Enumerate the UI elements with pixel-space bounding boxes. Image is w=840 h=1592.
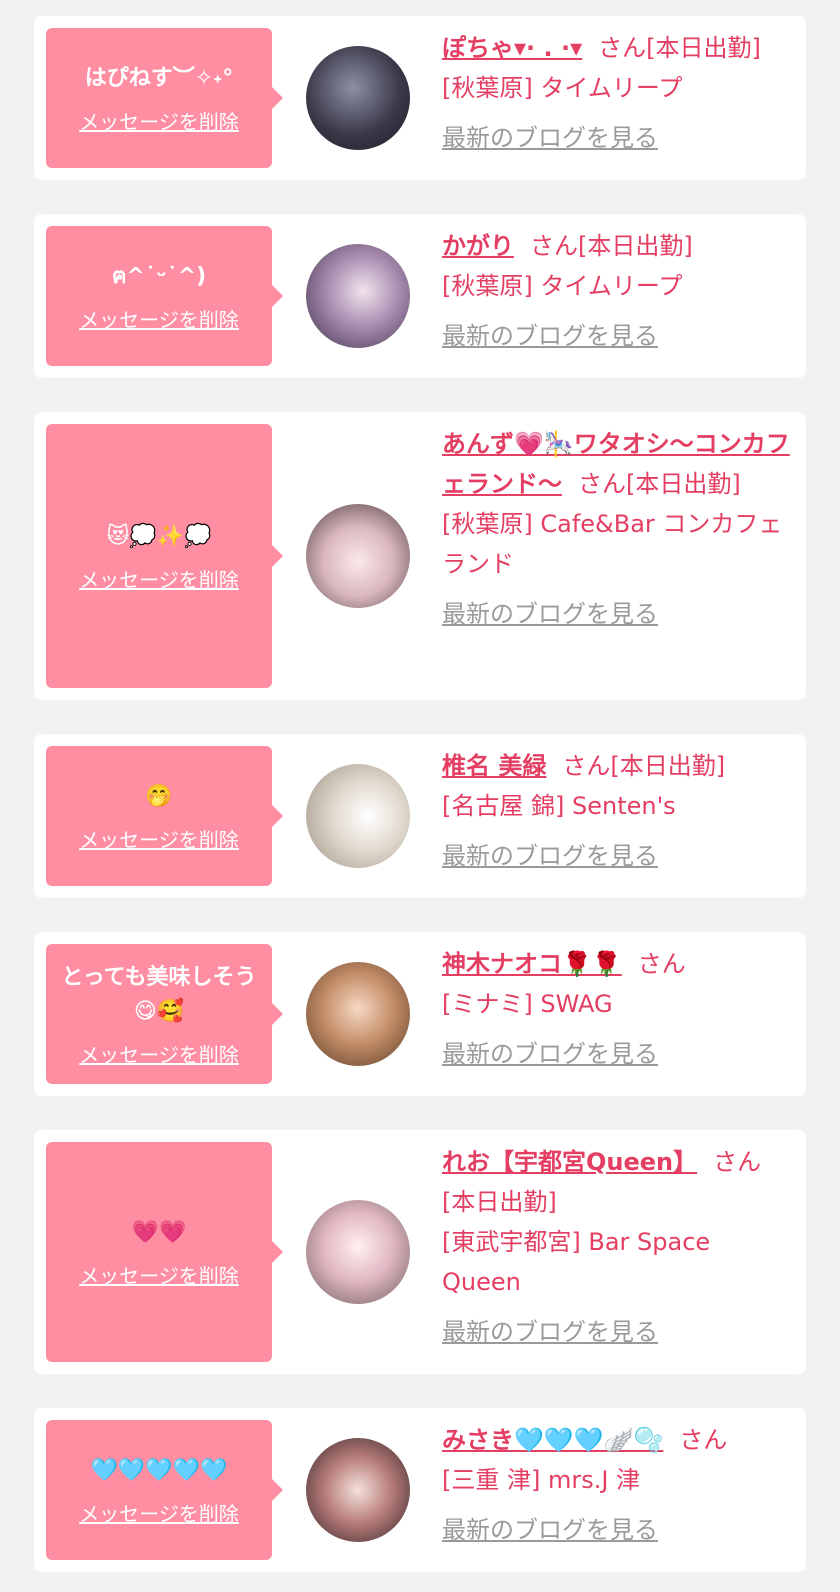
avatar[interactable] [306,764,410,868]
message-card: とっても美味しそう😋🥰 メッセージを削除 神木ナオコ🌹🌹 さん [ミナミ] SWA… [34,932,806,1096]
delete-message-link[interactable]: メッセージを削除 [79,564,239,593]
message-bubble: とっても美味しそう😋🥰 メッセージを削除 [46,944,283,1084]
message-bubble: 💗💗 メッセージを削除 [46,1142,283,1362]
message-bubble: 😻💭✨💭 メッセージを削除 [46,424,283,688]
message-card: はぴねす︶✧˖° メッセージを削除 ぽちゃ▾· . ·▾ さん[本日出勤] [秋葉… [34,16,806,180]
shop-location: [三重 津] mrs.J 津 [442,1466,641,1494]
honorific: さん [637,950,686,978]
shop-location: [東武宇都宮] Bar Space Queen [442,1228,711,1296]
message-text: 🩵🩵🩵🩵🩵 [90,1457,228,1483]
delete-message-link[interactable]: メッセージを削除 [79,1260,239,1289]
cast-name-link[interactable]: ぽちゃ▾· . ·▾ [442,34,582,62]
message-card: 🩵🩵🩵🩵🩵 メッセージを削除 みさき🩵🩵🩵🪽🫧 さん [三重 津] mrs.J 津… [34,1408,806,1572]
avatar[interactable] [306,46,410,150]
shop-location: [ミナミ] SWAG [442,990,613,1018]
shop-location: [秋葉原] Cafe&Bar コンカフェランド [442,510,783,578]
cast-name-line: かがり さん[本日出勤] [442,226,792,266]
attendance-status: [本日出勤] [610,752,726,780]
honorific: さん [713,1148,762,1176]
message-bubble: はぴねす︶✧˖° メッセージを削除 [46,28,283,168]
shop-location: [名古屋 錦] Senten's [442,792,676,820]
avatar[interactable] [306,1200,410,1304]
avatar[interactable] [306,1438,410,1542]
cast-name-line: れお【宇都宮Queen】 さん [本日出勤] [442,1142,792,1222]
attendance-status: [本日出勤] [442,1188,557,1216]
cast-info: ぽちゃ▾· . ·▾ さん[本日出勤] [秋葉原] タイムリープ 最新のブログを見… [442,28,792,158]
cast-info: あんず💗🎠ワタオシ〜コンカフェランド〜 さん[本日出勤] [秋葉原] Cafe&B… [442,424,792,634]
delete-message-link[interactable]: メッセージを削除 [79,1498,239,1527]
message-text: 💗💗 [131,1219,187,1245]
avatar[interactable] [306,504,410,608]
delete-message-link[interactable]: メッセージを削除 [79,824,239,853]
honorific: さん [598,34,647,62]
cast-info: 神木ナオコ🌹🌹 さん [ミナミ] SWAG 最新のブログを見る [442,944,792,1074]
latest-blog-link[interactable]: 最新のブログを見る [442,1510,658,1550]
avatar[interactable] [306,962,410,1066]
cast-name-link[interactable]: 神木ナオコ🌹🌹 [442,950,622,978]
cast-name-line: あんず💗🎠ワタオシ〜コンカフェランド〜 さん[本日出勤] [442,424,792,504]
latest-blog-link[interactable]: 最新のブログを見る [442,594,658,634]
cast-info: みさき🩵🩵🩵🪽🫧 さん [三重 津] mrs.J 津 最新のブログを見る [442,1420,792,1550]
attendance-status: [本日出勤] [646,34,761,62]
cast-info: 椎名 美緑 さん[本日出勤] [名古屋 錦] Senten's 最新のブログを見る [442,746,792,876]
message-text: 😻💭✨💭 [106,523,212,549]
message-card: ฅ^˙ᵕ˙^) メッセージを削除 かがり さん[本日出勤] [秋葉原] タイムリー… [34,214,806,378]
cast-name-line: ぽちゃ▾· . ·▾ さん[本日出勤] [442,28,792,68]
message-card: 😻💭✨💭 メッセージを削除 あんず💗🎠ワタオシ〜コンカフェランド〜 さん[本日出勤… [34,412,806,700]
shop-location: [秋葉原] タイムリープ [442,74,683,102]
message-text: はぴねす︶✧˖° [84,65,234,91]
latest-blog-link[interactable]: 最新のブログを見る [442,836,658,876]
attendance-status: [本日出勤] [578,232,693,260]
latest-blog-link[interactable]: 最新のブログを見る [442,316,658,356]
latest-blog-link[interactable]: 最新のブログを見る [442,118,658,158]
message-bubble: 🩵🩵🩵🩵🩵 メッセージを削除 [46,1420,283,1560]
cast-name-link[interactable]: みさき🩵🩵🩵🪽🫧 [442,1426,663,1454]
honorific: さん [578,470,626,498]
delete-message-link[interactable]: メッセージを削除 [79,106,239,135]
cast-name-line: 神木ナオコ🌹🌹 さん [442,944,792,984]
message-text: とっても美味しそう😋🥰 [61,964,257,1024]
latest-blog-link[interactable]: 最新のブログを見る [442,1034,658,1074]
honorific: さん [530,232,578,260]
shop-location: [秋葉原] タイムリープ [442,272,683,300]
message-card: 💗💗 メッセージを削除 れお【宇都宮Queen】 さん [本日出勤] [東武宇都宮]… [34,1130,806,1374]
message-text: 🤭 [145,783,173,809]
honorific: さん [562,752,611,780]
cast-info: れお【宇都宮Queen】 さん [本日出勤] [東武宇都宮] Bar Space Q… [442,1142,792,1352]
delete-message-link[interactable]: メッセージを削除 [79,304,239,333]
cast-name-line: 椎名 美緑 さん[本日出勤] [442,746,792,786]
message-text: ฅ^˙ᵕ˙^) [111,263,207,289]
honorific: さん [679,1426,728,1454]
cast-name-link[interactable]: かがり [442,232,514,260]
cast-info: かがり さん[本日出勤] [秋葉原] タイムリープ 最新のブログを見る [442,226,792,356]
message-card: 🤭 メッセージを削除 椎名 美緑 さん[本日出勤] [名古屋 錦] Senten'… [34,734,806,898]
message-bubble: ฅ^˙ᵕ˙^) メッセージを削除 [46,226,283,366]
delete-message-link[interactable]: メッセージを削除 [79,1039,239,1068]
message-bubble: 🤭 メッセージを削除 [46,746,283,886]
cast-name-line: みさき🩵🩵🩵🪽🫧 さん [442,1420,792,1460]
cast-name-link[interactable]: 椎名 美緑 [442,752,546,780]
avatar[interactable] [306,244,410,348]
latest-blog-link[interactable]: 最新のブログを見る [442,1312,658,1352]
attendance-status: [本日出勤] [626,470,741,498]
cast-name-link[interactable]: れお【宇都宮Queen】 [442,1148,697,1176]
